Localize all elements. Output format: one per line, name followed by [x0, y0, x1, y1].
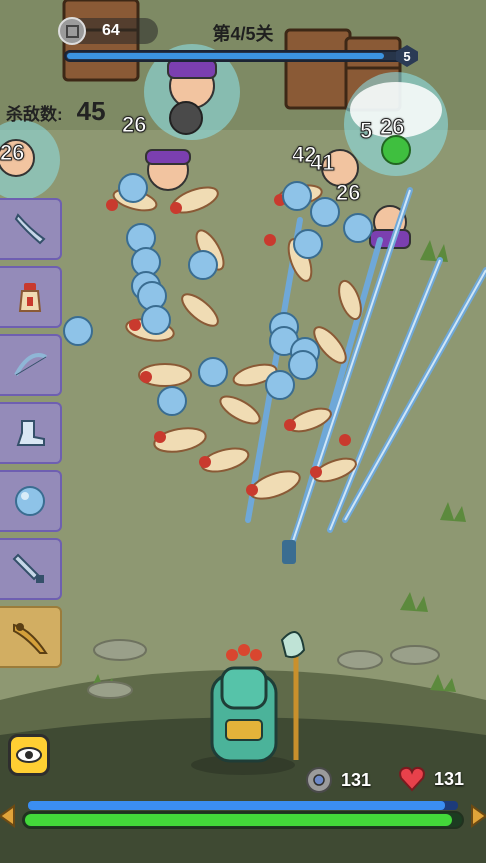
damage-number: 26 — [379, 114, 405, 140]
health-stat: 131 — [398, 766, 464, 792]
bottle-icon — [18, 283, 42, 312]
kills-value: 45 — [76, 96, 106, 126]
kill-counter: 杀敌数: 45 — [6, 96, 106, 127]
bow-icon — [14, 353, 47, 376]
wave-progress-bar — [64, 50, 404, 62]
skill-slot-bottle[interactable] — [0, 266, 62, 328]
dragon-blade-icon — [13, 623, 48, 654]
skill-slot-dagger[interactable] — [0, 538, 62, 600]
battlefield — [0, 0, 486, 863]
shield-icon — [306, 767, 332, 793]
heart-icon — [399, 766, 425, 792]
damage-number: 26 — [121, 112, 147, 138]
visibility-toggle-button[interactable] — [8, 734, 50, 776]
hp-bar — [22, 811, 464, 829]
boots-icon — [16, 420, 45, 446]
hp-fill — [25, 814, 453, 826]
dagger-icon — [12, 553, 44, 583]
skill-slot-boots[interactable] — [0, 402, 62, 464]
shield-value: 131 — [341, 769, 372, 790]
orb-icon — [15, 486, 45, 516]
skill-slot-bow[interactable] — [0, 334, 62, 396]
skill-slot-sword[interactable] — [0, 198, 62, 260]
damage-number: 5 — [359, 118, 373, 144]
skill-slot-orb[interactable] — [0, 470, 62, 532]
wave-progress-fill — [67, 53, 385, 59]
wave-label: 第4/5关 — [212, 24, 274, 44]
damage-number: 26 — [0, 140, 25, 166]
skill-slot-dragon-blade[interactable] — [0, 606, 62, 668]
kills-label: 杀敌数: — [6, 105, 63, 124]
eye-icon — [16, 747, 42, 763]
shield-stat: 131 — [305, 766, 371, 794]
mana-fill — [28, 801, 446, 810]
damage-number: 41 — [309, 150, 335, 176]
mana-bar — [28, 801, 458, 810]
health-value: 131 — [434, 768, 465, 789]
sword-icon — [14, 213, 46, 245]
skill-slot-column — [0, 198, 64, 674]
damage-number: 26 — [335, 180, 361, 206]
